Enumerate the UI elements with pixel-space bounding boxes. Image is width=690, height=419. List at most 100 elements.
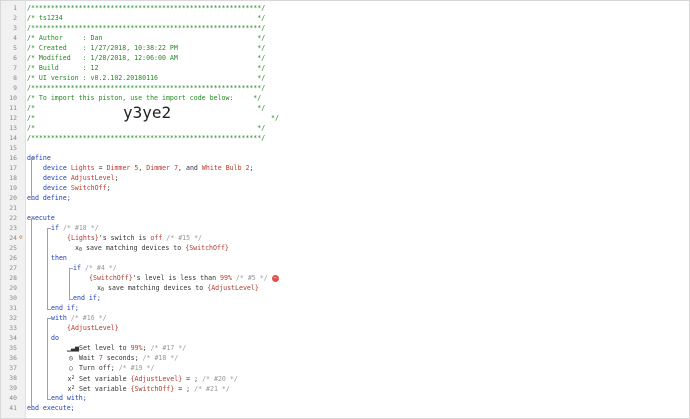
device-name[interactable]: AdjustLevel xyxy=(71,174,115,182)
statement-comment: /* #5 */ xyxy=(235,274,268,282)
import-code[interactable]: y3ye2 xyxy=(123,105,171,121)
task-text[interactable]: = ; xyxy=(182,375,198,383)
semicolon: ; xyxy=(142,344,147,352)
condition-device[interactable]: {SwitchOff} xyxy=(27,274,133,282)
line-number: 19 xyxy=(9,184,17,192)
line-number: 2 xyxy=(13,14,17,22)
task-text[interactable]: Set variable xyxy=(75,375,131,383)
line-number: 15 xyxy=(9,144,17,152)
code-line: 15 xyxy=(9,143,689,153)
line-number: 28 xyxy=(9,274,17,282)
task-text[interactable]: Set variable xyxy=(75,385,131,393)
code-line: 13 /* */ xyxy=(9,123,689,133)
comment-text: /* Created : 1/27/2018, 10:38:22 PM */ xyxy=(27,44,266,52)
inner-if-block-bracket xyxy=(69,268,73,300)
device-value[interactable]: Dimmer 5 xyxy=(107,164,139,172)
task-value[interactable]: 99% xyxy=(131,344,143,352)
line-number: 40 xyxy=(9,394,17,402)
code-line: 17 device Lights = Dimmer 5, Dimmer 7, an… xyxy=(9,163,689,173)
device-value[interactable]: White Bulb 2 xyxy=(202,164,250,172)
save-target[interactable]: {SwitchOff} xyxy=(185,244,229,252)
code-line: 36 ◷ Wait 7 seconds; /* #18 */ xyxy=(9,353,689,363)
line-number: 37 xyxy=(9,364,17,372)
device-name[interactable]: Lights xyxy=(71,164,95,172)
save-text[interactable]: save matching devices to xyxy=(104,284,207,292)
code-line: 40 end with; xyxy=(9,393,689,403)
device-name[interactable]: SwitchOff xyxy=(71,184,107,192)
save-target[interactable]: {AdjustLevel} xyxy=(207,284,259,292)
comment-text: /* Build : 12 */ xyxy=(27,64,266,72)
if-block-bracket xyxy=(47,228,51,310)
line-number: 26 xyxy=(9,254,17,262)
line-number: 17 xyxy=(9,164,17,172)
keyword-end-with[interactable]: end with; xyxy=(27,394,87,402)
comment-text: /* */ xyxy=(27,124,266,132)
code-line: 34 do xyxy=(9,333,689,343)
code-line: 37 ○ Turn off; /* #19 */ xyxy=(9,363,689,373)
line-number: 11 xyxy=(9,104,17,112)
semicolon: ; xyxy=(249,164,254,172)
condition-device[interactable]: {Lights} xyxy=(27,234,99,242)
line-number: 18 xyxy=(9,174,17,182)
remove-icon[interactable]: − xyxy=(271,274,279,282)
warning-icon: ⊘ xyxy=(19,234,23,241)
task-text[interactable]: Turn off; xyxy=(75,364,115,372)
code-line: 28 {SwitchOff}'s level is less than 99% /… xyxy=(9,273,689,283)
statement-comment: /* #18 */ xyxy=(142,354,179,362)
line-number: 27 xyxy=(9,264,17,272)
code-line: 19 device SwitchOff; xyxy=(9,183,689,193)
code-line: 24 ⊘ {Lights}'s switch is off /* #15 */ xyxy=(9,233,689,243)
task-variable[interactable]: {AdjustLevel} xyxy=(131,375,183,383)
code-line: 35 ▁▃▅ Set level to 99%; /* #17 */ xyxy=(9,343,689,353)
code-line: 2 /* ts1234 */ xyxy=(13,13,689,23)
code-area[interactable]: 1 /**************************************… xyxy=(9,1,689,418)
line-number: 5 xyxy=(13,44,17,52)
code-line: 16 define xyxy=(9,153,689,163)
statement-comment: /* #19 */ xyxy=(118,364,155,372)
line-number: 32 xyxy=(9,314,17,322)
semicolon: ; xyxy=(114,174,119,182)
code-line: 26 then xyxy=(9,253,689,263)
device-value[interactable]: Dimmer 7 xyxy=(146,164,178,172)
code-line: 9 /**************************************… xyxy=(13,83,689,93)
condition-value[interactable]: off xyxy=(150,234,162,242)
code-line: 6 /* Modified : 1/28/2018, 12:06:00 AM */ xyxy=(13,53,689,63)
save-text[interactable]: save matching devices to xyxy=(82,244,185,252)
condition-text[interactable]: 's switch is xyxy=(99,234,151,242)
separator: , and xyxy=(178,164,202,172)
keyword-end-if[interactable]: end if; xyxy=(27,294,101,302)
level-bars-icon: ▁▃▅ xyxy=(67,344,79,352)
clock-icon: ◷ xyxy=(69,354,73,362)
code-line: 41 end execute; xyxy=(9,403,689,413)
line-number: 10 xyxy=(9,94,17,102)
line-number: 3 xyxy=(13,24,17,32)
line-number: 14 xyxy=(9,134,17,142)
statement-comment: /* #4 */ xyxy=(84,264,117,272)
line-number: 25 xyxy=(9,244,17,252)
code-editor[interactable]: 1 /**************************************… xyxy=(0,0,690,419)
task-text[interactable]: Set level to xyxy=(75,344,131,352)
with-target[interactable]: {AdjustLevel} xyxy=(27,324,119,332)
task-text[interactable]: seconds; xyxy=(103,354,139,362)
line-number: 20 xyxy=(9,194,17,202)
line-number: 1 xyxy=(13,4,17,12)
task-text[interactable]: Wait xyxy=(75,354,99,362)
code-line: 29 x0 save matching devices to {AdjustLev… xyxy=(9,283,689,293)
condition-text[interactable]: 's level is less than xyxy=(133,274,220,282)
comment-text: /* Modified : 1/28/2018, 12:06:00 AM */ xyxy=(27,54,266,62)
line-number: 8 xyxy=(13,74,17,82)
statement-comment: /* #20 */ xyxy=(202,375,238,383)
task-text[interactable]: = ; xyxy=(174,385,190,393)
statement-comment: /* #21 */ xyxy=(194,385,230,393)
line-number: 33 xyxy=(9,324,17,332)
comment-text: /* To import this piston, use the import… xyxy=(27,94,262,102)
code-line: 32 with /* #16 */ xyxy=(9,313,689,323)
power-circle-icon: ○ xyxy=(69,364,73,372)
line-number: 39 xyxy=(9,384,17,392)
condition-value[interactable]: 99% xyxy=(220,274,232,282)
task-variable[interactable]: {SwitchOff} xyxy=(131,385,175,393)
statement-comment: /* #15 */ xyxy=(166,234,203,242)
code-line: 33 {AdjustLevel} xyxy=(9,323,689,333)
comment-text: /* UI version : v0.2.102.20180116 */ xyxy=(27,74,266,82)
comment-text: /* Author : Dan */ xyxy=(27,34,266,42)
